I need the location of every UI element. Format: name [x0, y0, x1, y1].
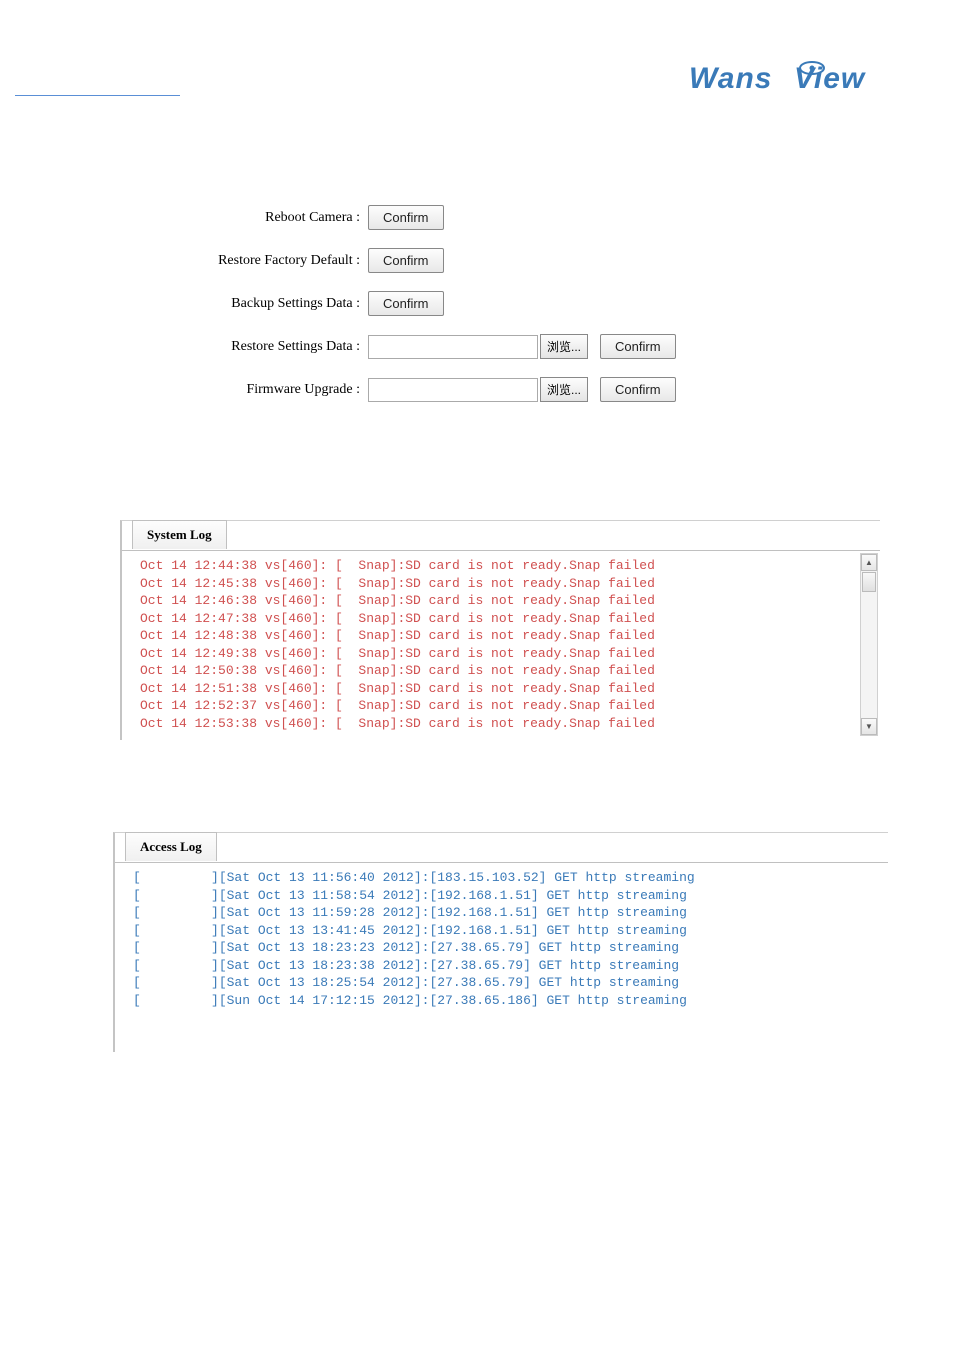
- log-line: Oct 14 12:49:38 vs[460]: [ Snap]:SD card…: [140, 645, 862, 663]
- svg-text:View: View: [794, 62, 866, 95]
- log-line: Oct 14 12:46:38 vs[460]: [ Snap]:SD card…: [140, 592, 862, 610]
- reboot-camera-label: Reboot Camera :: [195, 210, 360, 226]
- log-line: Oct 14 12:53:38 vs[460]: [ Snap]:SD card…: [140, 715, 862, 733]
- access-log-content: [ ][Sat Oct 13 11:56:40 2012]:[183.15.10…: [115, 863, 888, 1015]
- log-line: Oct 14 12:47:38 vs[460]: [ Snap]:SD card…: [140, 610, 862, 628]
- firmware-browse-button[interactable]: 浏览...: [540, 377, 588, 402]
- system-log-content: Oct 14 12:44:38 vs[460]: [ Snap]:SD card…: [122, 551, 880, 738]
- log-line: Oct 14 12:44:38 vs[460]: [ Snap]:SD card…: [140, 557, 862, 575]
- restore-factory-label: Restore Factory Default :: [195, 253, 360, 269]
- reboot-confirm-button[interactable]: Confirm: [368, 205, 444, 230]
- system-log-scrollbar[interactable]: [860, 553, 878, 736]
- log-line: [ ][Sat Oct 13 11:58:54 2012]:[192.168.1…: [133, 887, 870, 905]
- backup-confirm-button[interactable]: Confirm: [368, 291, 444, 316]
- log-line: [ ][Sat Oct 13 11:56:40 2012]:[183.15.10…: [133, 869, 870, 887]
- log-line: Oct 14 12:48:38 vs[460]: [ Snap]:SD card…: [140, 627, 862, 645]
- log-line: [ ][Sat Oct 13 11:59:28 2012]:[192.168.1…: [133, 904, 870, 922]
- brand-logo: Wans View: [689, 60, 889, 99]
- log-line: Oct 14 12:51:38 vs[460]: [ Snap]:SD card…: [140, 680, 862, 698]
- firmware-upgrade-label: Firmware Upgrade :: [195, 382, 360, 398]
- scroll-up-icon[interactable]: [861, 554, 877, 571]
- log-line: Oct 14 12:52:37 vs[460]: [ Snap]:SD card…: [140, 697, 862, 715]
- scroll-down-icon[interactable]: [861, 718, 877, 735]
- restore-settings-confirm-button[interactable]: Confirm: [600, 334, 676, 359]
- log-line: [ ][Sat Oct 13 13:41:45 2012]:[192.168.1…: [133, 922, 870, 940]
- backup-settings-label: Backup Settings Data :: [195, 296, 360, 312]
- log-line: [ ][Sat Oct 13 18:23:23 2012]:[27.38.65.…: [133, 939, 870, 957]
- access-log-panel: Access Log [ ][Sat Oct 13 11:56:40 2012]…: [113, 832, 888, 1052]
- svg-text:Wans: Wans: [689, 62, 772, 95]
- log-line: [ ][Sun Oct 14 17:12:15 2012]:[27.38.65.…: [133, 992, 870, 1010]
- log-line: Oct 14 12:50:38 vs[460]: [ Snap]:SD card…: [140, 662, 862, 680]
- log-line: [ ][Sat Oct 13 18:25:54 2012]:[27.38.65.…: [133, 974, 870, 992]
- access-log-tab[interactable]: Access Log: [125, 832, 217, 861]
- system-log-panel: System Log Oct 14 12:44:38 vs[460]: [ Sn…: [120, 520, 880, 740]
- restore-settings-label: Restore Settings Data :: [195, 339, 360, 355]
- firmware-confirm-button[interactable]: Confirm: [600, 377, 676, 402]
- restore-settings-browse-button[interactable]: 浏览...: [540, 334, 588, 359]
- header-underline: [15, 95, 180, 96]
- system-log-tab[interactable]: System Log: [132, 520, 227, 549]
- settings-panel: Reboot Camera : Confirm Restore Factory …: [195, 205, 715, 420]
- log-line: Oct 14 12:45:38 vs[460]: [ Snap]:SD card…: [140, 575, 862, 593]
- restore-factory-confirm-button[interactable]: Confirm: [368, 248, 444, 273]
- scroll-thumb[interactable]: [862, 572, 876, 592]
- log-line: [ ][Sat Oct 13 18:23:38 2012]:[27.38.65.…: [133, 957, 870, 975]
- restore-settings-file-input[interactable]: [368, 335, 538, 359]
- firmware-file-input[interactable]: [368, 378, 538, 402]
